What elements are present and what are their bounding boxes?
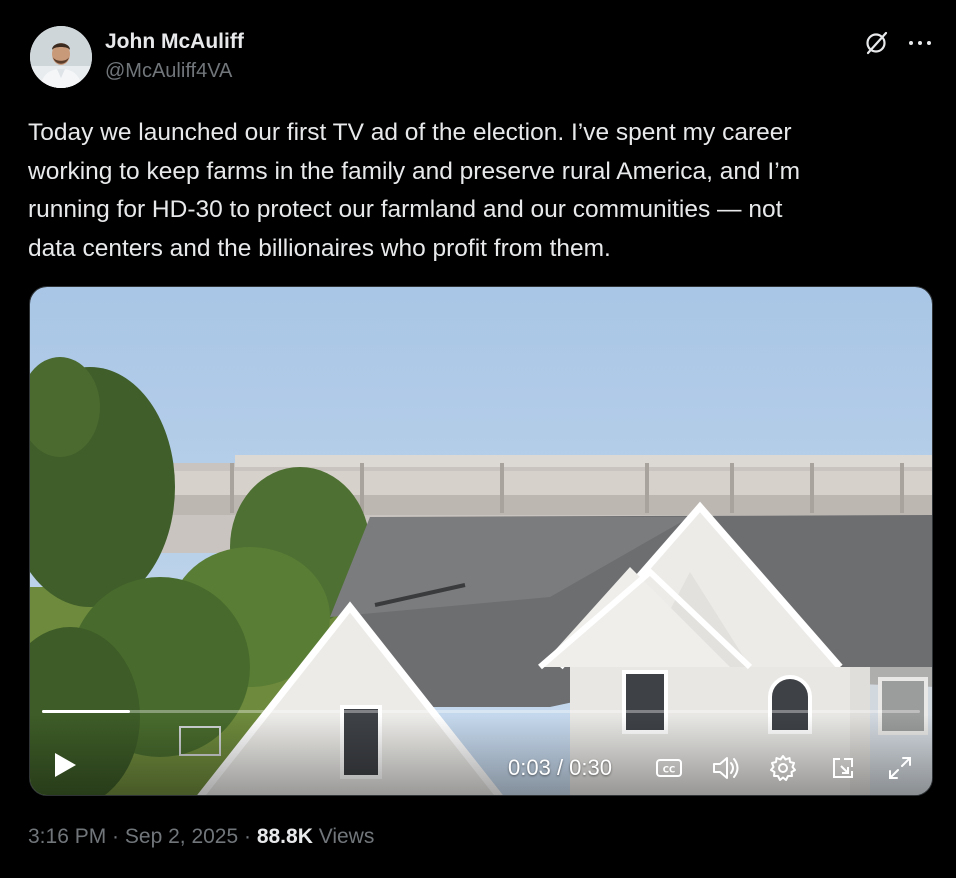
closed-captions-icon[interactable]: CC xyxy=(654,753,684,783)
play-icon[interactable] xyxy=(52,751,78,779)
tweet-date[interactable]: Sep 2, 2025 xyxy=(125,825,238,848)
video-current-time: 0:03 xyxy=(508,755,551,780)
more-icon[interactable] xyxy=(908,38,932,48)
meta-separator: · xyxy=(238,825,257,848)
video-duration: 0:30 xyxy=(569,755,612,780)
svg-text:CC: CC xyxy=(663,766,675,776)
author-handle[interactable]: @McAuliff4VA xyxy=(105,58,244,84)
fullscreen-icon[interactable] xyxy=(885,753,915,783)
video-controls: 0:03 / 0:30 CC xyxy=(30,715,932,795)
video-time-separator: / xyxy=(550,755,570,780)
author-display-name[interactable]: John McAuliff xyxy=(105,29,244,55)
video-time: 0:03 / 0:30 xyxy=(508,755,612,781)
tweet-text: Today we launched our first TV ad of the… xyxy=(28,119,801,262)
tweet-time[interactable]: 3:16 PM xyxy=(28,825,106,848)
avatar[interactable] xyxy=(30,26,92,88)
tweet-header: John McAuliff @McAuliff4VA xyxy=(30,24,932,94)
meta-separator: · xyxy=(106,825,125,848)
author-names: John McAuliff @McAuliff4VA xyxy=(105,29,244,84)
video-progress-fill xyxy=(42,710,130,713)
settings-icon[interactable] xyxy=(768,753,798,783)
video-progress-bar[interactable] xyxy=(42,710,920,713)
video-player[interactable]: 0:03 / 0:30 CC xyxy=(29,286,933,796)
tweet-meta: 3:16 PM · Sep 2, 2025 · 88.8K Views xyxy=(28,822,374,852)
picture-in-picture-icon[interactable] xyxy=(828,753,858,783)
views-label: Views xyxy=(312,825,375,848)
views-count: 88.8K xyxy=(256,825,313,848)
volume-icon[interactable] xyxy=(710,753,740,783)
tweet-top-actions xyxy=(864,28,932,58)
grok-icon[interactable] xyxy=(864,30,890,56)
